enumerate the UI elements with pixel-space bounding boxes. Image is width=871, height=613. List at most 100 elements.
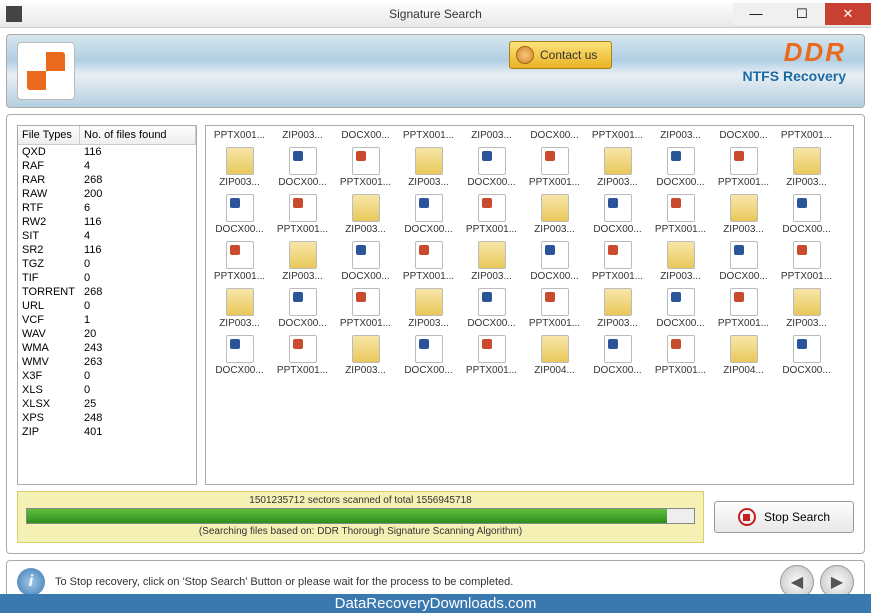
file-item[interactable]: PPTX001...: [397, 130, 460, 147]
file-item[interactable]: PPTX001...: [523, 288, 586, 335]
file-item[interactable]: ZIP004...: [712, 335, 775, 382]
file-item[interactable]: DOCX00...: [649, 288, 712, 335]
file-item[interactable]: PPTX001...: [649, 335, 712, 382]
filetype-row[interactable]: TGZ0: [18, 257, 196, 271]
file-item[interactable]: PPTX001...: [775, 130, 838, 147]
file-item[interactable]: PPTX001...: [775, 241, 838, 288]
maximize-button[interactable]: ☐: [779, 3, 825, 25]
file-item[interactable]: DOCX00...: [397, 194, 460, 241]
file-grid[interactable]: PPTX001...ZIP003...DOCX00...PPTX001...ZI…: [205, 125, 854, 485]
filetype-row[interactable]: VCF1: [18, 313, 196, 327]
col-count[interactable]: No. of files found: [80, 126, 196, 144]
file-item[interactable]: ZIP003...: [271, 241, 334, 288]
filetype-row[interactable]: RAW200: [18, 187, 196, 201]
file-item[interactable]: DOCX00...: [712, 241, 775, 288]
filetype-row[interactable]: XLSX25: [18, 397, 196, 411]
file-item[interactable]: PPTX001...: [712, 288, 775, 335]
file-item[interactable]: PPTX001...: [712, 147, 775, 194]
file-item[interactable]: ZIP003...: [271, 130, 334, 147]
pptx-file-icon: [730, 288, 758, 316]
file-item[interactable]: PPTX001...: [208, 241, 271, 288]
file-item[interactable]: ZIP003...: [523, 194, 586, 241]
file-item[interactable]: PPTX001...: [271, 194, 334, 241]
file-item[interactable]: PPTX001...: [334, 288, 397, 335]
contact-us-button[interactable]: Contact us: [509, 41, 612, 69]
file-label: ZIP003...: [337, 224, 395, 235]
file-label: DOCX00...: [211, 224, 269, 235]
file-item[interactable]: DOCX00...: [523, 241, 586, 288]
filetype-row[interactable]: TIF0: [18, 271, 196, 285]
file-item[interactable]: DOCX00...: [397, 335, 460, 382]
file-item[interactable]: ZIP003...: [586, 147, 649, 194]
filetype-row[interactable]: WMA243: [18, 341, 196, 355]
stop-search-button[interactable]: Stop Search: [714, 501, 854, 533]
file-item[interactable]: DOCX00...: [208, 194, 271, 241]
file-label: DOCX00...: [778, 224, 836, 235]
file-item[interactable]: DOCX00...: [208, 335, 271, 382]
file-label: DOCX00...: [715, 271, 773, 282]
file-item[interactable]: ZIP003...: [334, 194, 397, 241]
filetype-row[interactable]: RW2116: [18, 215, 196, 229]
file-item[interactable]: PPTX001...: [523, 147, 586, 194]
file-item[interactable]: ZIP003...: [460, 241, 523, 288]
filetypes-table[interactable]: File Types No. of files found QXD116RAF4…: [17, 125, 197, 485]
file-item[interactable]: ZIP003...: [649, 130, 712, 147]
file-item[interactable]: DOCX00...: [586, 194, 649, 241]
file-item[interactable]: ZIP003...: [775, 147, 838, 194]
file-item[interactable]: PPTX001...: [271, 335, 334, 382]
file-item[interactable]: ZIP003...: [586, 288, 649, 335]
file-item[interactable]: ZIP004...: [523, 335, 586, 382]
file-item[interactable]: DOCX00...: [775, 194, 838, 241]
file-item[interactable]: DOCX00...: [334, 130, 397, 147]
file-item[interactable]: DOCX00...: [271, 288, 334, 335]
file-item[interactable]: DOCX00...: [586, 335, 649, 382]
file-item[interactable]: ZIP003...: [397, 288, 460, 335]
file-item[interactable]: ZIP003...: [460, 130, 523, 147]
filetype-row[interactable]: XPS248: [18, 411, 196, 425]
file-item[interactable]: DOCX00...: [649, 147, 712, 194]
close-button[interactable]: ✕: [825, 3, 871, 25]
minimize-button[interactable]: —: [733, 3, 779, 25]
file-item[interactable]: PPTX001...: [334, 147, 397, 194]
filetype-row[interactable]: XLS0: [18, 383, 196, 397]
filetype-row[interactable]: RAF4: [18, 159, 196, 173]
file-item[interactable]: ZIP003...: [775, 288, 838, 335]
file-item[interactable]: ZIP003...: [208, 147, 271, 194]
file-item[interactable]: ZIP003...: [397, 147, 460, 194]
file-item[interactable]: PPTX001...: [397, 241, 460, 288]
filetype-row[interactable]: QXD116: [18, 145, 196, 159]
progress-text: 1501235712 sectors scanned of total 1556…: [26, 495, 695, 506]
file-item[interactable]: DOCX00...: [712, 130, 775, 147]
filetype-row[interactable]: SIT4: [18, 229, 196, 243]
file-item[interactable]: DOCX00...: [460, 288, 523, 335]
file-item[interactable]: ZIP003...: [208, 288, 271, 335]
header-banner: Contact us DDR NTFS Recovery: [6, 34, 865, 108]
file-item[interactable]: DOCX00...: [334, 241, 397, 288]
file-item[interactable]: DOCX00...: [775, 335, 838, 382]
filetype-row[interactable]: WAV20: [18, 327, 196, 341]
file-item[interactable]: PPTX001...: [586, 130, 649, 147]
file-item[interactable]: PPTX001...: [460, 335, 523, 382]
filetype-row[interactable]: RTF6: [18, 201, 196, 215]
file-item[interactable]: PPTX001...: [208, 130, 271, 147]
filetype-row[interactable]: RAR268: [18, 173, 196, 187]
filetype-row[interactable]: SR2116: [18, 243, 196, 257]
filetype-row[interactable]: WMV263: [18, 355, 196, 369]
file-item[interactable]: PPTX001...: [649, 194, 712, 241]
file-label: DOCX00...: [778, 365, 836, 376]
filetype-row[interactable]: ZIP401: [18, 425, 196, 439]
file-item[interactable]: ZIP003...: [334, 335, 397, 382]
filetype-name: SR2: [22, 243, 84, 257]
filetype-row[interactable]: X3F0: [18, 369, 196, 383]
file-item[interactable]: DOCX00...: [460, 147, 523, 194]
file-item[interactable]: DOCX00...: [523, 130, 586, 147]
file-item[interactable]: DOCX00...: [271, 147, 334, 194]
file-label: ZIP003...: [526, 224, 584, 235]
filetype-row[interactable]: URL0: [18, 299, 196, 313]
col-filetypes[interactable]: File Types: [18, 126, 80, 144]
file-item[interactable]: PPTX001...: [460, 194, 523, 241]
file-item[interactable]: ZIP003...: [649, 241, 712, 288]
file-item[interactable]: PPTX001...: [586, 241, 649, 288]
file-item[interactable]: ZIP003...: [712, 194, 775, 241]
filetype-row[interactable]: TORRENT268: [18, 285, 196, 299]
